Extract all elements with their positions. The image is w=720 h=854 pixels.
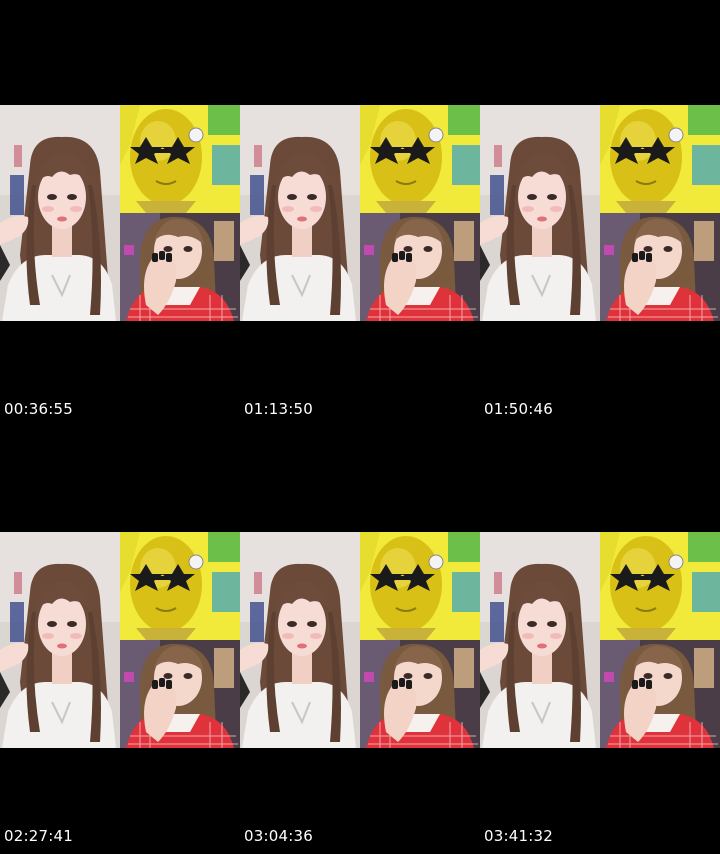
contact-sheet: 00:36:55 01:13:50 01:50:46 02:27:41 03:0… bbox=[0, 0, 720, 854]
right-top-mask bbox=[120, 105, 240, 213]
left-panel-woman bbox=[0, 105, 120, 321]
right-top-mask bbox=[600, 532, 720, 640]
right-top-mask bbox=[120, 532, 240, 640]
video-thumbnail[interactable] bbox=[240, 532, 480, 748]
left-panel-woman bbox=[240, 105, 360, 321]
video-thumbnail[interactable] bbox=[240, 105, 480, 321]
video-thumbnail[interactable] bbox=[0, 105, 240, 321]
video-thumbnail[interactable] bbox=[480, 105, 720, 321]
timestamp-label: 00:36:55 bbox=[4, 400, 73, 418]
video-thumbnail[interactable] bbox=[0, 532, 240, 748]
left-panel-woman bbox=[0, 532, 120, 748]
timestamp-label: 01:13:50 bbox=[244, 400, 313, 418]
right-top-mask bbox=[360, 532, 480, 640]
timestamp-label: 03:41:32 bbox=[484, 827, 553, 845]
timestamp-label: 02:27:41 bbox=[4, 827, 73, 845]
right-bottom-girl bbox=[360, 213, 480, 321]
right-bottom-girl bbox=[360, 640, 480, 748]
right-bottom-girl bbox=[120, 640, 240, 748]
right-bottom-girl bbox=[120, 213, 240, 321]
right-bottom-girl bbox=[600, 640, 720, 748]
left-panel-woman bbox=[480, 105, 600, 321]
right-top-mask bbox=[360, 105, 480, 213]
timestamp-label: 03:04:36 bbox=[244, 827, 313, 845]
video-thumbnail[interactable] bbox=[480, 532, 720, 748]
right-top-mask bbox=[600, 105, 720, 213]
right-bottom-girl bbox=[600, 213, 720, 321]
left-panel-woman bbox=[240, 532, 360, 748]
left-panel-woman bbox=[480, 532, 600, 748]
timestamp-label: 01:50:46 bbox=[484, 400, 553, 418]
